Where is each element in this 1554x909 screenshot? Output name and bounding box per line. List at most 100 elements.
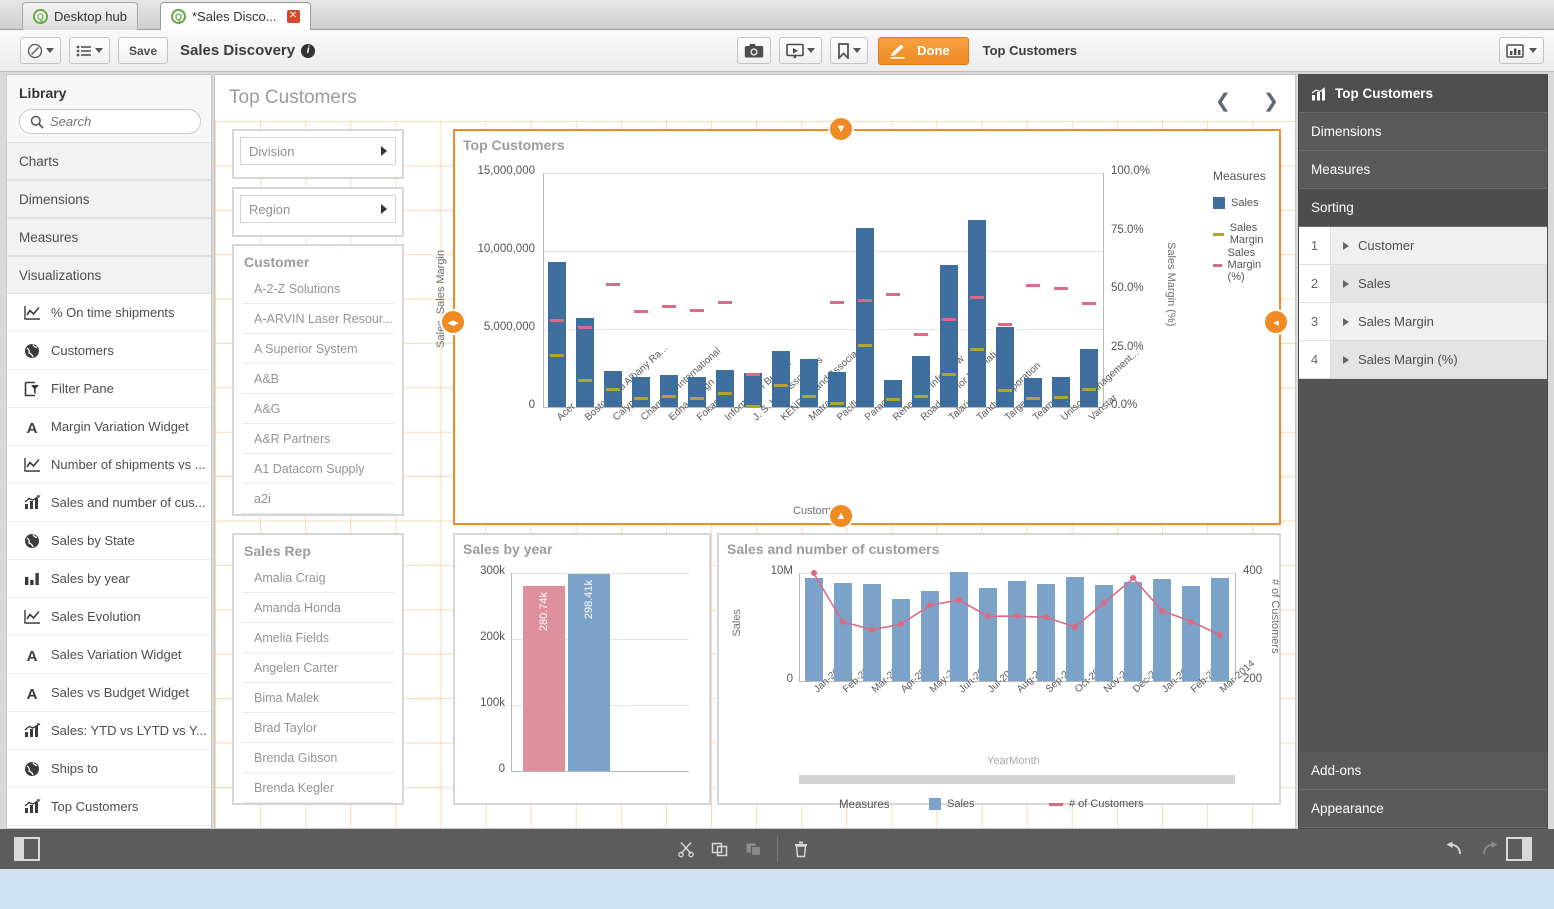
- copy-button[interactable]: [703, 836, 737, 862]
- listbox-row-customer[interactable]: A-ARVIN Laser Resour...: [242, 304, 394, 334]
- filter-region[interactable]: Region: [232, 187, 404, 237]
- bar-sales[interactable]: [1153, 579, 1172, 681]
- sheets-menu-button[interactable]: [69, 37, 110, 64]
- paste-button[interactable]: [737, 836, 771, 862]
- properties-section-sorting[interactable]: Sorting: [1299, 189, 1547, 227]
- bar-sales[interactable]: [856, 227, 874, 407]
- sorting-row[interactable]: 4 Sales Margin (%): [1299, 341, 1547, 379]
- navigation-menu-button[interactable]: [20, 37, 61, 64]
- library-item[interactable]: Ships to: [7, 750, 211, 788]
- search-box[interactable]: [19, 109, 201, 134]
- triangle-right-icon[interactable]: [1343, 355, 1349, 364]
- bar-sales[interactable]: [1182, 585, 1201, 681]
- next-sheet-icon[interactable]: ❯: [1263, 90, 1279, 113]
- library-item[interactable]: Filter Pane: [7, 370, 211, 408]
- listbox-row-salesrep[interactable]: Bima Malek: [242, 683, 394, 713]
- delete-button[interactable]: [784, 836, 818, 862]
- library-section-dimensions[interactable]: Dimensions: [7, 180, 211, 218]
- listbox-row-salesrep[interactable]: Brad Taylor: [242, 713, 394, 743]
- bar-sales[interactable]: [576, 318, 594, 407]
- legend-item-customers[interactable]: # of Customers: [1049, 798, 1144, 810]
- triangle-right-icon[interactable]: [1343, 317, 1349, 326]
- library-item[interactable]: A Sales vs Budget Widget: [7, 674, 211, 712]
- library-section-measures[interactable]: Measures: [7, 218, 211, 256]
- prev-sheet-icon[interactable]: ❮: [1215, 90, 1231, 113]
- chart-scrollbar-track[interactable]: [799, 775, 1235, 784]
- listbox-row-salesrep[interactable]: Amalia Craig: [242, 563, 394, 593]
- data-point-customers[interactable]: [868, 626, 875, 633]
- chart-scrollbar-thumb[interactable]: [799, 775, 1235, 784]
- bar-sales[interactable]: [632, 376, 650, 407]
- library-item[interactable]: Sales by year: [7, 560, 211, 598]
- properties-section-appearance[interactable]: Appearance: [1299, 790, 1547, 828]
- bar-sales[interactable]: [548, 261, 566, 407]
- bar-sales[interactable]: [660, 375, 678, 407]
- chart-sales-and-customers[interactable]: Sales and number of customers 0 10M 200 400…: [717, 533, 1281, 811]
- listbox-row-customer[interactable]: a2i: [242, 484, 394, 514]
- library-item[interactable]: A Margin Variation Widget: [7, 408, 211, 446]
- library-item[interactable]: Number of shipments vs ...: [7, 446, 211, 484]
- bar-sales[interactable]: [996, 326, 1014, 407]
- bar-sales[interactable]: [772, 350, 790, 407]
- redo-button[interactable]: [1472, 836, 1506, 862]
- listbox-row-customer[interactable]: A&B: [242, 364, 394, 394]
- library-item[interactable]: Top Customers: [7, 788, 211, 826]
- filter-division[interactable]: Division: [232, 129, 404, 179]
- bar-sales[interactable]: [884, 379, 902, 407]
- bar-sales[interactable]: [800, 359, 818, 407]
- library-item[interactable]: Sales: YTD vs LYTD vs Y...: [7, 712, 211, 750]
- bar-sales[interactable]: [1052, 377, 1070, 407]
- listbox-row-customer[interactable]: A-2-Z Solutions: [242, 274, 394, 304]
- bar-sales[interactable]: [912, 355, 930, 407]
- triangle-right-icon[interactable]: [1343, 279, 1349, 288]
- filter-region-control[interactable]: Region: [240, 195, 396, 223]
- left-panel-toggle-button[interactable]: [14, 837, 48, 861]
- bar-sales[interactable]: [1007, 580, 1026, 681]
- data-point-customers[interactable]: [955, 597, 962, 603]
- library-item[interactable]: A Sales Variation Widget: [7, 636, 211, 674]
- library-item[interactable]: Sales and number of cus...: [7, 484, 211, 522]
- listbox-row-customer[interactable]: A1 Datacom Supply: [242, 454, 394, 484]
- bar-sales[interactable]: [1024, 378, 1042, 407]
- bar-sales[interactable]: [833, 582, 852, 681]
- filter-division-control[interactable]: Division: [240, 137, 396, 165]
- listbox-row-salesrep[interactable]: Amelia Fields: [242, 623, 394, 653]
- library-item[interactable]: Sales Evolution: [7, 598, 211, 636]
- library-section-charts[interactable]: Charts: [7, 142, 211, 180]
- legend-item-sales-margin[interactable]: Sales Margin: [1213, 222, 1279, 246]
- search-input[interactable]: [50, 114, 190, 129]
- properties-section-addons[interactable]: Add-ons: [1299, 752, 1547, 790]
- bar-sales[interactable]: [1080, 349, 1098, 407]
- data-point-customers[interactable]: [1101, 599, 1108, 606]
- bar-sales[interactable]: [1037, 583, 1056, 681]
- library-item[interactable]: Customers: [7, 332, 211, 370]
- listbox-row-salesrep[interactable]: Brenda Gibson: [242, 743, 394, 773]
- tab-sales-discovery[interactable]: Q *Sales Disco... ✕: [160, 2, 311, 30]
- bar-sales[interactable]: [891, 598, 910, 681]
- triangle-right-icon[interactable]: [1343, 241, 1349, 250]
- bar-sales[interactable]: [968, 219, 986, 407]
- bar-sales[interactable]: [1211, 578, 1230, 681]
- legend-item-sales-margin-pct[interactable]: Sales Margin (%): [1213, 247, 1279, 283]
- sorting-row[interactable]: 1 Customer: [1299, 227, 1547, 265]
- right-panel-toggle-button[interactable]: [1506, 837, 1540, 861]
- sorting-row[interactable]: 2 Sales: [1299, 265, 1547, 303]
- library-section-visualizations[interactable]: Visualizations: [7, 256, 211, 294]
- listbox-row-salesrep[interactable]: Brenda Kegler: [242, 773, 394, 803]
- listbox-row-salesrep[interactable]: Angelen Carter: [242, 653, 394, 683]
- data-point-customers[interactable]: [810, 570, 817, 576]
- legend-item-sales[interactable]: Sales: [1213, 197, 1259, 209]
- bar-sales[interactable]: [744, 373, 762, 407]
- sorting-row[interactable]: 3 Sales Margin: [1299, 303, 1547, 341]
- chart-sales-by-year[interactable]: Sales by year 0 100k 200k 300k 280.74k 298.41…: [453, 533, 711, 805]
- bar-sales[interactable]: [688, 376, 706, 407]
- tab-desktop-hub[interactable]: Q Desktop hub: [22, 2, 138, 30]
- bar-sales[interactable]: [804, 578, 823, 681]
- resize-handle-right[interactable]: ◂: [1265, 311, 1287, 333]
- done-button[interactable]: Done: [878, 36, 969, 65]
- library-item[interactable]: Sales by State: [7, 522, 211, 560]
- bookmark-button[interactable]: [830, 37, 869, 64]
- charts-panel-button[interactable]: [1499, 37, 1544, 64]
- bar-sales[interactable]: [978, 588, 997, 681]
- save-button[interactable]: Save: [118, 37, 169, 64]
